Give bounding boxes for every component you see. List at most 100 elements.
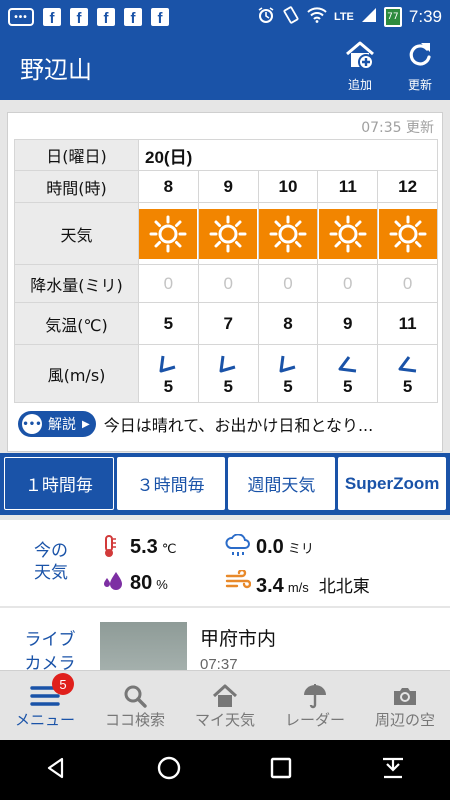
date-value: 20(日) (138, 139, 438, 171)
signal-icon (361, 7, 377, 27)
rain-cell: 0 (197, 264, 259, 303)
current-weather-label: 今の天気 (34, 541, 68, 583)
home-icon (212, 683, 238, 709)
app-bar: 野辺山 追加 更新 (0, 34, 450, 100)
add-label: 追加 (347, 78, 372, 92)
tab-weekly[interactable]: 週間天気 (227, 457, 336, 510)
hour-cell: 11 (317, 170, 379, 203)
weather-cell (197, 202, 259, 265)
add-location-button[interactable]: 追加 (335, 40, 385, 93)
facebook-icon: f (43, 8, 61, 26)
precipitation-unit: ミリ (287, 541, 314, 556)
alarm-icon (257, 6, 275, 28)
tab-hourly[interactable]: １時間毎 (4, 457, 114, 510)
facebook-icon: f (124, 8, 142, 26)
recents-icon[interactable] (270, 757, 292, 783)
temp-cell: 7 (197, 302, 259, 345)
wind-value: 3.4 (256, 575, 284, 597)
tab-3hourly[interactable]: ３時間毎 (116, 457, 225, 510)
temp-cell: 5 (138, 302, 199, 345)
back-icon[interactable] (44, 756, 68, 784)
live-camera-location: 甲府市内 (200, 628, 277, 650)
tab-superzoom[interactable]: SuperZoom (338, 457, 446, 510)
temperature-unit: ℃ (161, 541, 177, 556)
forecast-tabs: １時間毎 ３時間毎 週間天気 SuperZoom (0, 453, 450, 515)
live-camera-section[interactable]: ライブカメラ 甲府市内 07:37 (0, 608, 450, 678)
comment-text: 今日は晴れて、お出かけ日和となり... (103, 416, 374, 435)
vibrate-icon (282, 6, 300, 28)
nav-radar[interactable]: レーダー (270, 671, 360, 740)
nav-my-weather[interactable]: マイ天気 (180, 671, 270, 740)
wind-cell: 5 (317, 344, 379, 403)
date-header: 日(曜日) (14, 139, 139, 171)
sun-icon (139, 208, 198, 259)
current-weather[interactable]: 今の天気 5.3 ℃ 0.0 ミリ 80 % 3.4 m/s 北北東 (0, 520, 450, 606)
facebook-icon: f (70, 8, 88, 26)
humidity-unit: % (156, 577, 168, 592)
wind-speed: 5 (283, 376, 293, 396)
temp-cell: 8 (257, 302, 319, 345)
wind-speed: 5 (223, 376, 233, 396)
hour-cell: 12 (377, 170, 438, 203)
updated-time: 07:35 更新 (361, 120, 434, 136)
wind-header: 風(m/s) (14, 344, 139, 403)
wifi-icon (307, 7, 327, 27)
comment-button[interactable]: ••• 解説 ▶ (18, 411, 96, 437)
rain-cell: 0 (138, 264, 199, 303)
hour-cell: 9 (197, 170, 259, 203)
live-camera-label: ライブカメラ (24, 630, 76, 674)
sun-icon (258, 208, 317, 259)
wind-speed: 5 (163, 376, 174, 396)
rain-cell: 0 (377, 264, 438, 303)
wind-arrow-icon (259, 353, 318, 375)
page-title: 野辺山 (20, 56, 92, 84)
current-precipitation: 0.0 ミリ (256, 536, 314, 559)
hour-header: 時間(時) (14, 170, 139, 203)
rain-cell: 0 (257, 264, 319, 303)
nav-label: メニュー (14, 711, 75, 729)
refresh-button[interactable]: 更新 (395, 40, 445, 93)
nav-menu[interactable]: メニュー 5 (0, 671, 90, 740)
temp-cell: 9 (317, 302, 379, 345)
wind-cell: 5 (138, 344, 199, 403)
temp-header: 気温(℃) (14, 302, 139, 345)
weather-cell (377, 202, 438, 265)
hourly-forecast-table: 日(曜日) 20(日) 時間(時) 8 9 10 11 12 天気 降水量(ミリ… (14, 139, 438, 403)
humidity-value: 80 (130, 572, 153, 594)
current-temperature: 5.3 ℃ (130, 536, 176, 559)
refresh-label: 更新 (407, 78, 432, 92)
current-humidity: 80 % (130, 572, 168, 595)
rain-cell: 0 (317, 264, 379, 303)
temperature-value: 5.3 (130, 536, 158, 558)
comment-button-label: 解説 (48, 417, 76, 433)
rain-cloud-icon (225, 533, 251, 562)
notification-badge: 5 (52, 673, 74, 695)
weather-cell (138, 202, 199, 265)
home-add-icon (344, 41, 376, 74)
nav-search[interactable]: ココ検索 (90, 671, 180, 740)
chevron-right-icon: ▶ (82, 418, 90, 430)
camera-icon (392, 683, 418, 709)
search-icon (123, 683, 147, 709)
wind-speed: 5 (402, 376, 413, 396)
thermometer-icon (102, 534, 116, 562)
wind-speed: 5 (343, 376, 353, 396)
facebook-icon: f (151, 8, 169, 26)
wind-arrow-icon (318, 353, 377, 375)
weather-cell (257, 202, 319, 265)
home-circle-icon[interactable] (156, 755, 182, 785)
nav-nearby-sky[interactable]: 周辺の空 (360, 671, 450, 740)
nav-label: 周辺の空 (374, 711, 435, 729)
hour-cell: 8 (138, 170, 199, 203)
notification-pull-icon[interactable] (380, 756, 406, 784)
wind-direction: 北北東 (318, 577, 370, 596)
weather-cell (317, 202, 379, 265)
precipitation-value: 0.0 (256, 536, 284, 558)
sun-icon (378, 208, 437, 259)
wind-arrow-icon (378, 353, 437, 375)
nav-label: マイ天気 (194, 711, 255, 729)
humidity-drops-icon (102, 570, 124, 596)
bottom-navigation: メニュー 5 ココ検索 マイ天気 レーダー 周辺の空 (0, 670, 450, 740)
nav-label: レーダー (284, 711, 345, 729)
status-time: 7:39 (408, 7, 442, 26)
